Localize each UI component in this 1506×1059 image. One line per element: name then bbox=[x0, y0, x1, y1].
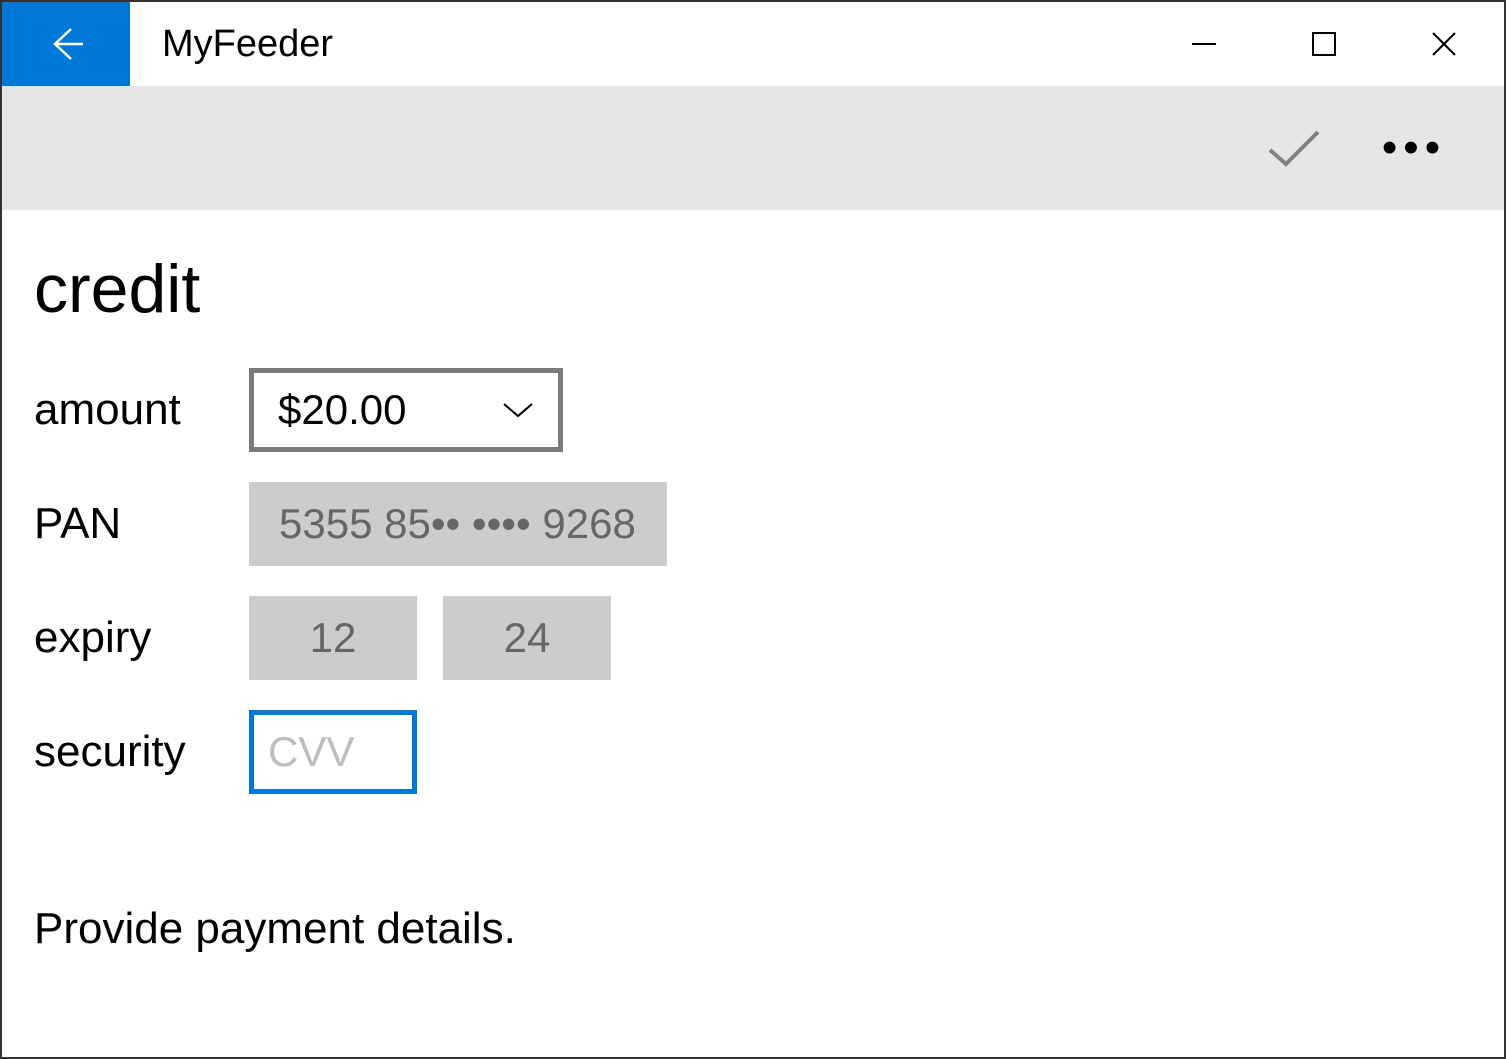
amount-value: $20.00 bbox=[278, 386, 406, 434]
cvv-input[interactable] bbox=[249, 710, 417, 794]
titlebar: MyFeeder bbox=[2, 2, 1504, 86]
more-button[interactable]: ••• bbox=[1354, 98, 1474, 198]
amount-dropdown[interactable]: $20.00 bbox=[249, 368, 563, 452]
more-icon: ••• bbox=[1382, 137, 1446, 159]
security-row: security bbox=[34, 710, 1472, 794]
close-icon bbox=[1429, 29, 1459, 59]
minimize-button[interactable] bbox=[1144, 2, 1264, 86]
close-button[interactable] bbox=[1384, 2, 1504, 86]
content-area: credit amount $20.00 PAN 5355 85•• •••• … bbox=[2, 210, 1504, 994]
pan-row: PAN 5355 85•• •••• 9268 bbox=[34, 482, 1472, 566]
expiry-label: expiry bbox=[34, 613, 249, 663]
expiry-year: 24 bbox=[443, 596, 611, 680]
expiry-month: 12 bbox=[249, 596, 417, 680]
minimize-icon bbox=[1189, 29, 1219, 59]
security-label: security bbox=[34, 727, 249, 777]
maximize-icon bbox=[1309, 29, 1339, 59]
amount-row: amount $20.00 bbox=[34, 368, 1472, 452]
window-controls bbox=[1144, 2, 1504, 86]
maximize-button[interactable] bbox=[1264, 2, 1384, 86]
checkmark-icon bbox=[1262, 124, 1326, 172]
chevron-down-icon bbox=[502, 400, 534, 420]
page-heading: credit bbox=[34, 250, 1472, 328]
accept-button[interactable] bbox=[1234, 98, 1354, 198]
back-button[interactable] bbox=[2, 2, 130, 86]
app-title: MyFeeder bbox=[162, 23, 1144, 66]
pan-value: 5355 85•• •••• 9268 bbox=[249, 482, 667, 566]
expiry-row: expiry 12 24 bbox=[34, 596, 1472, 680]
command-bar: ••• bbox=[2, 86, 1504, 210]
expiry-group: 12 24 bbox=[249, 596, 611, 680]
back-arrow-icon bbox=[45, 23, 87, 65]
amount-label: amount bbox=[34, 385, 249, 435]
pan-label: PAN bbox=[34, 499, 249, 549]
helper-text: Provide payment details. bbox=[34, 904, 1472, 954]
